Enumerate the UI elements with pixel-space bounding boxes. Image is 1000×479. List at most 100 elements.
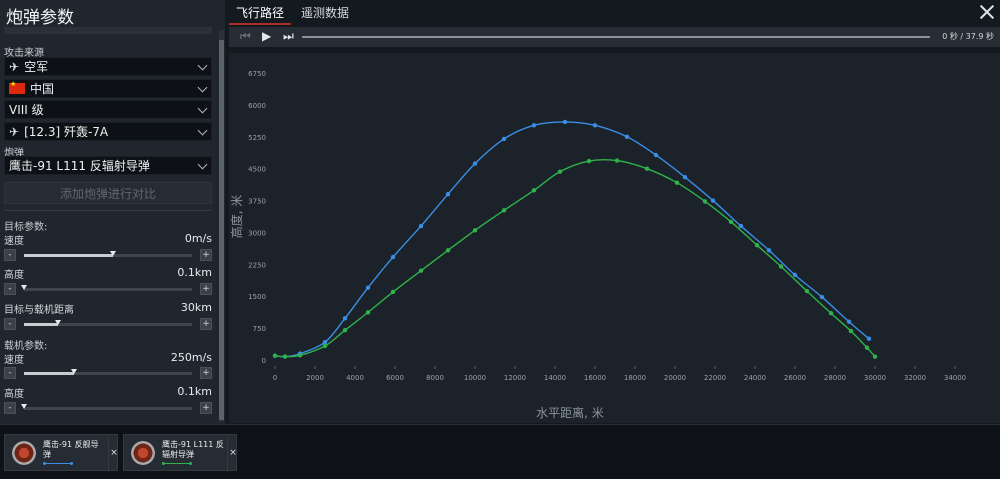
param-label: 速度 (4, 355, 24, 366)
chart-svg: 0 750 1500 2250 3000 3750 4500 5250 6000 6750 0 200… (229, 70, 966, 420)
target-altitude-slider[interactable]: - + (4, 283, 212, 295)
carrier-altitude-slider[interactable]: - + (4, 402, 212, 414)
param-value: 0.1km (177, 266, 212, 279)
series-1-point (864, 345, 870, 350)
y-tick-label: 3000 (248, 229, 266, 237)
x-tick-label: 6000 (386, 374, 404, 382)
remove-compare-button[interactable]: × (227, 435, 238, 472)
chevron-down-icon (197, 159, 208, 170)
x-tick-label: 20000 (664, 374, 686, 382)
series-0-point (819, 294, 825, 300)
series-1-point (557, 169, 563, 174)
decrease-button[interactable]: - (4, 283, 16, 295)
series-1-point (272, 353, 278, 358)
series-0-point (445, 191, 451, 197)
increase-button[interactable]: + (200, 367, 212, 379)
shell-dropdown[interactable]: 鹰击-91 L111 反辐射导弹 (4, 156, 212, 175)
series-0-point (418, 223, 424, 229)
decrease-button[interactable]: - (4, 402, 16, 414)
x-tick-label: 16000 (584, 374, 606, 382)
increase-button[interactable]: + (200, 249, 212, 261)
vehicle-dropdown[interactable]: ✈ [12.3] 歼轰-7A (4, 122, 212, 141)
x-tick-label: 32000 (904, 374, 926, 382)
slider-handle[interactable] (71, 369, 78, 374)
panel-scrollbar[interactable] (219, 30, 224, 422)
slider-track[interactable] (24, 369, 192, 375)
series-1-point (848, 328, 854, 334)
chevron-down-icon (197, 60, 208, 71)
slider-handle[interactable] (21, 404, 27, 409)
collapsed-dropdown[interactable] (4, 27, 212, 34)
branch-value: 空军 (24, 60, 49, 74)
slider-fill (24, 372, 75, 375)
param-label: 速度 (4, 236, 24, 247)
x-axis-title: 水平距离, 米 (536, 405, 604, 420)
skip-back-icon[interactable]: ⏮ (240, 29, 251, 44)
chevron-down-icon (197, 82, 208, 93)
china-flag-icon (9, 80, 25, 94)
y-tick-label: 4500 (248, 166, 266, 174)
missile-badge-icon (12, 441, 36, 465)
y-tick-label: 0 (262, 357, 266, 365)
shell-value: 鹰击-91 L111 反辐射导弹 (9, 159, 150, 173)
carrier-speed-label: 速度 250m/s (4, 351, 212, 366)
decrease-button[interactable]: - (4, 249, 16, 261)
jet-icon: ✈ (9, 124, 20, 139)
play-icon[interactable]: ▶ (262, 29, 271, 43)
scrollbar-thumb[interactable] (219, 40, 224, 420)
tab-telemetry[interactable]: 遥测数据 (301, 4, 349, 21)
target-speed-slider[interactable]: - + (4, 249, 212, 261)
target-distance-slider[interactable]: - + (4, 318, 212, 330)
series-0-point (531, 123, 537, 128)
series-1-point (778, 264, 784, 269)
playback-timeline[interactable] (302, 36, 930, 38)
series-1-point (501, 208, 507, 213)
slider-track[interactable] (21, 285, 192, 291)
vehicle-value: [12.3] 歼轰-7A (24, 125, 109, 139)
slider-track[interactable] (24, 320, 192, 326)
slider-handle[interactable] (54, 320, 61, 325)
param-label: 高度 (4, 270, 24, 281)
series-0-point (766, 248, 772, 253)
series-line-swatch (43, 462, 73, 465)
series-1-point (390, 289, 396, 295)
increase-button[interactable]: + (200, 318, 212, 330)
remove-compare-button[interactable]: × (108, 435, 119, 472)
slider-track[interactable] (24, 251, 192, 257)
slider-handle[interactable] (21, 285, 27, 290)
add-shell-compare-button[interactable]: 添加炮弹进行对比 (4, 182, 212, 204)
y-tick-label: 6000 (248, 102, 266, 110)
compare-card[interactable]: 鹰击-91 反舰导弹 × (4, 434, 119, 472)
series-1-point (365, 310, 371, 315)
series-0-point (501, 136, 507, 142)
compare-card[interactable]: 鹰击-91 L111 反辐射导弹 × (123, 434, 238, 472)
chevron-down-icon (197, 103, 208, 114)
target-distance-label: 目标与载机距离 30km (4, 301, 212, 316)
tab-flight-path[interactable]: 飞行路径 (236, 4, 284, 21)
aircraft-icon: ✈ (9, 59, 20, 74)
branch-dropdown[interactable]: ✈ 空军 (4, 57, 212, 76)
x-tick-label: 26000 (784, 374, 806, 382)
skip-forward-icon[interactable]: ⏭ (283, 29, 294, 44)
param-value: 30km (180, 301, 212, 314)
series-0-point (390, 254, 396, 260)
increase-button[interactable]: + (200, 402, 212, 414)
x-tick-label: 24000 (744, 374, 766, 382)
series-1-point (531, 188, 537, 193)
series-0-point (472, 161, 478, 166)
decrease-button[interactable]: - (4, 318, 16, 330)
series-1-line (274, 158, 876, 358)
x-tick-label: 30000 (864, 374, 886, 382)
carrier-speed-slider[interactable]: - + (4, 367, 212, 379)
series-0-point (322, 339, 328, 345)
series-1-point (804, 288, 810, 294)
slider-handle[interactable] (110, 251, 117, 256)
close-icon[interactable] (979, 4, 995, 20)
country-dropdown[interactable]: 中国 (4, 79, 212, 98)
flight-path-chart: 0 750 1500 2250 3000 3750 4500 5250 6000 6750 0 200… (229, 53, 1000, 423)
tier-dropdown[interactable]: VIII 级 (4, 100, 212, 119)
increase-button[interactable]: + (200, 283, 212, 295)
slider-track[interactable] (21, 404, 192, 410)
decrease-button[interactable]: - (4, 367, 16, 379)
x-tick-label: 4000 (346, 374, 364, 382)
